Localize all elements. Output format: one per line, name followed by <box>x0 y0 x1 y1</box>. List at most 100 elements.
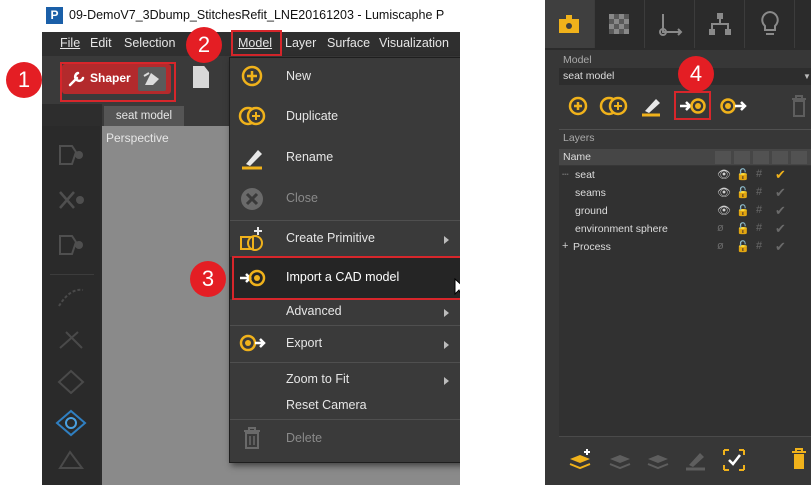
axis-icon <box>659 14 683 36</box>
check-icon[interactable]: ✔ <box>775 185 786 201</box>
highlight-model-menu-box <box>231 30 282 56</box>
highlight-import-cad-box <box>232 256 460 300</box>
import-cad-icon[interactable] <box>679 95 707 117</box>
model-select-value: seat model <box>563 70 615 82</box>
lock-icon[interactable]: 🔓 <box>736 240 750 253</box>
grid-icon[interactable]: # <box>756 222 762 234</box>
cursor-column-header[interactable] <box>791 151 807 164</box>
eye-icon[interactable]: 👁 <box>717 168 731 181</box>
lock-icon[interactable]: 🔓 <box>736 168 750 181</box>
visibility-column-header[interactable] <box>715 151 731 164</box>
grid-icon[interactable]: # <box>756 240 762 252</box>
trash-icon[interactable] <box>789 94 809 118</box>
tab-texture[interactable] <box>595 0 645 48</box>
layer-row[interactable]: environment sphere ø 🔓 # ✔ <box>559 220 811 238</box>
tab-seat-model[interactable]: seat model <box>104 106 184 126</box>
menu-item-advanced[interactable]: Advanced <box>286 304 342 318</box>
menu-edit[interactable]: Edit <box>90 36 112 50</box>
viewport-label: Perspective <box>106 131 169 145</box>
rename-icon[interactable] <box>639 94 663 118</box>
check-icon[interactable]: ✔ <box>775 239 786 255</box>
lock-icon[interactable]: 🔓 <box>736 204 750 217</box>
cut-tool-icon[interactable] <box>56 188 86 214</box>
layer-row[interactable]: ground 👁 🔓 # ✔ <box>559 202 811 220</box>
pattern-tool-icon[interactable] <box>56 368 86 394</box>
layers-list: ┄ seat 👁 🔓 # ✔ seams 👁 🔓 # ✔ ground 👁 🔓 … <box>559 166 811 436</box>
menu-separator <box>230 220 460 221</box>
close-icon <box>241 188 263 210</box>
app-logo-icon: P <box>46 7 63 24</box>
add-layer-icon[interactable] <box>567 447 593 473</box>
submenu-arrow-icon <box>444 341 449 349</box>
menu-item-rename[interactable]: Rename <box>286 150 333 164</box>
select-layer-icon[interactable] <box>721 447 747 473</box>
grid-column-header[interactable] <box>753 151 769 164</box>
menu-item-export[interactable]: Export <box>286 336 322 350</box>
lock-column-header[interactable] <box>734 151 750 164</box>
check-icon[interactable]: ✔ <box>775 203 786 219</box>
tab-hierarchy[interactable] <box>695 0 745 48</box>
tree-line-icon: ┄ <box>562 169 569 181</box>
scissors-tool-icon[interactable] <box>56 326 86 352</box>
layer-row[interactable]: seams 👁 🔓 # ✔ <box>559 184 811 202</box>
add-group-icon[interactable] <box>645 447 671 473</box>
rename-icon <box>242 150 262 170</box>
menu-visualization[interactable]: Visualization <box>379 36 449 50</box>
layer-name: environment sphere <box>575 223 668 235</box>
grid-icon[interactable]: # <box>756 186 762 198</box>
rename-layer-icon[interactable] <box>683 447 709 473</box>
eye-icon[interactable]: 👁 <box>717 204 731 217</box>
layer-name: seams <box>575 187 606 199</box>
name-column-header[interactable]: Name <box>563 151 591 163</box>
menu-separator <box>230 362 460 363</box>
export-icon <box>239 334 266 352</box>
step-badge-4: 4 <box>678 56 714 92</box>
step-badge-3: 3 <box>190 261 226 297</box>
eye-hidden-icon[interactable]: ø <box>717 222 724 234</box>
trash-icon[interactable] <box>789 447 809 473</box>
menu-selection[interactable]: Selection <box>124 36 175 50</box>
add-sublayer-icon[interactable] <box>607 447 633 473</box>
expand-icon[interactable]: + <box>562 240 568 252</box>
menu-file[interactable]: File <box>60 36 80 50</box>
menu-item-delete: Delete <box>286 431 323 445</box>
layers-separator <box>559 129 811 147</box>
tab-light[interactable] <box>745 0 795 48</box>
layer-row[interactable]: + Process ø 🔓 # ✔ <box>559 238 811 256</box>
menu-item-duplicate[interactable]: Duplicate <box>286 109 338 123</box>
menu-item-create-primitive[interactable]: Create Primitive <box>286 231 375 245</box>
panel-tab-bar <box>545 0 811 50</box>
lock-icon[interactable]: 🔓 <box>736 222 750 235</box>
menu-item-zoom-to-fit[interactable]: Zoom to Fit <box>286 372 349 386</box>
stitch-tool-icon[interactable] <box>56 284 86 310</box>
lock-icon[interactable]: 🔓 <box>736 186 750 199</box>
menu-item-new[interactable]: New <box>286 69 311 83</box>
layers-bottom-toolbar <box>559 436 811 485</box>
check-icon[interactable]: ✔ <box>775 221 786 237</box>
new-model-icon[interactable] <box>567 95 589 117</box>
layer-tool-2-icon[interactable] <box>56 232 86 258</box>
transform-tool-icon[interactable] <box>54 408 88 438</box>
eye-icon[interactable]: 👁 <box>717 186 731 199</box>
export-icon[interactable] <box>719 95 747 117</box>
layer-row[interactable]: ┄ seat 👁 🔓 # ✔ <box>559 166 811 184</box>
grid-icon[interactable]: # <box>756 168 762 180</box>
layer-tool-icon[interactable] <box>56 142 86 168</box>
menu-item-reset-camera[interactable]: Reset Camera <box>286 398 367 412</box>
menu-surface[interactable]: Surface <box>327 36 370 50</box>
submenu-arrow-icon <box>444 309 449 317</box>
tab-axis[interactable] <box>645 0 695 48</box>
grid-icon[interactable]: # <box>756 204 762 216</box>
eye-hidden-icon[interactable]: ø <box>717 240 724 252</box>
map-tool-icon[interactable] <box>56 448 86 474</box>
step-badge-1: 1 <box>6 62 42 98</box>
check-column-header[interactable] <box>772 151 788 164</box>
highlight-shaper-box <box>60 62 176 102</box>
trash-icon <box>244 427 260 449</box>
tab-model[interactable] <box>545 0 595 48</box>
duplicate-icon[interactable] <box>599 95 629 117</box>
menu-layer[interactable]: Layer <box>285 36 316 50</box>
new-document-icon[interactable] <box>193 66 209 88</box>
check-icon[interactable]: ✔ <box>775 167 786 183</box>
model-toolbar <box>559 86 811 126</box>
